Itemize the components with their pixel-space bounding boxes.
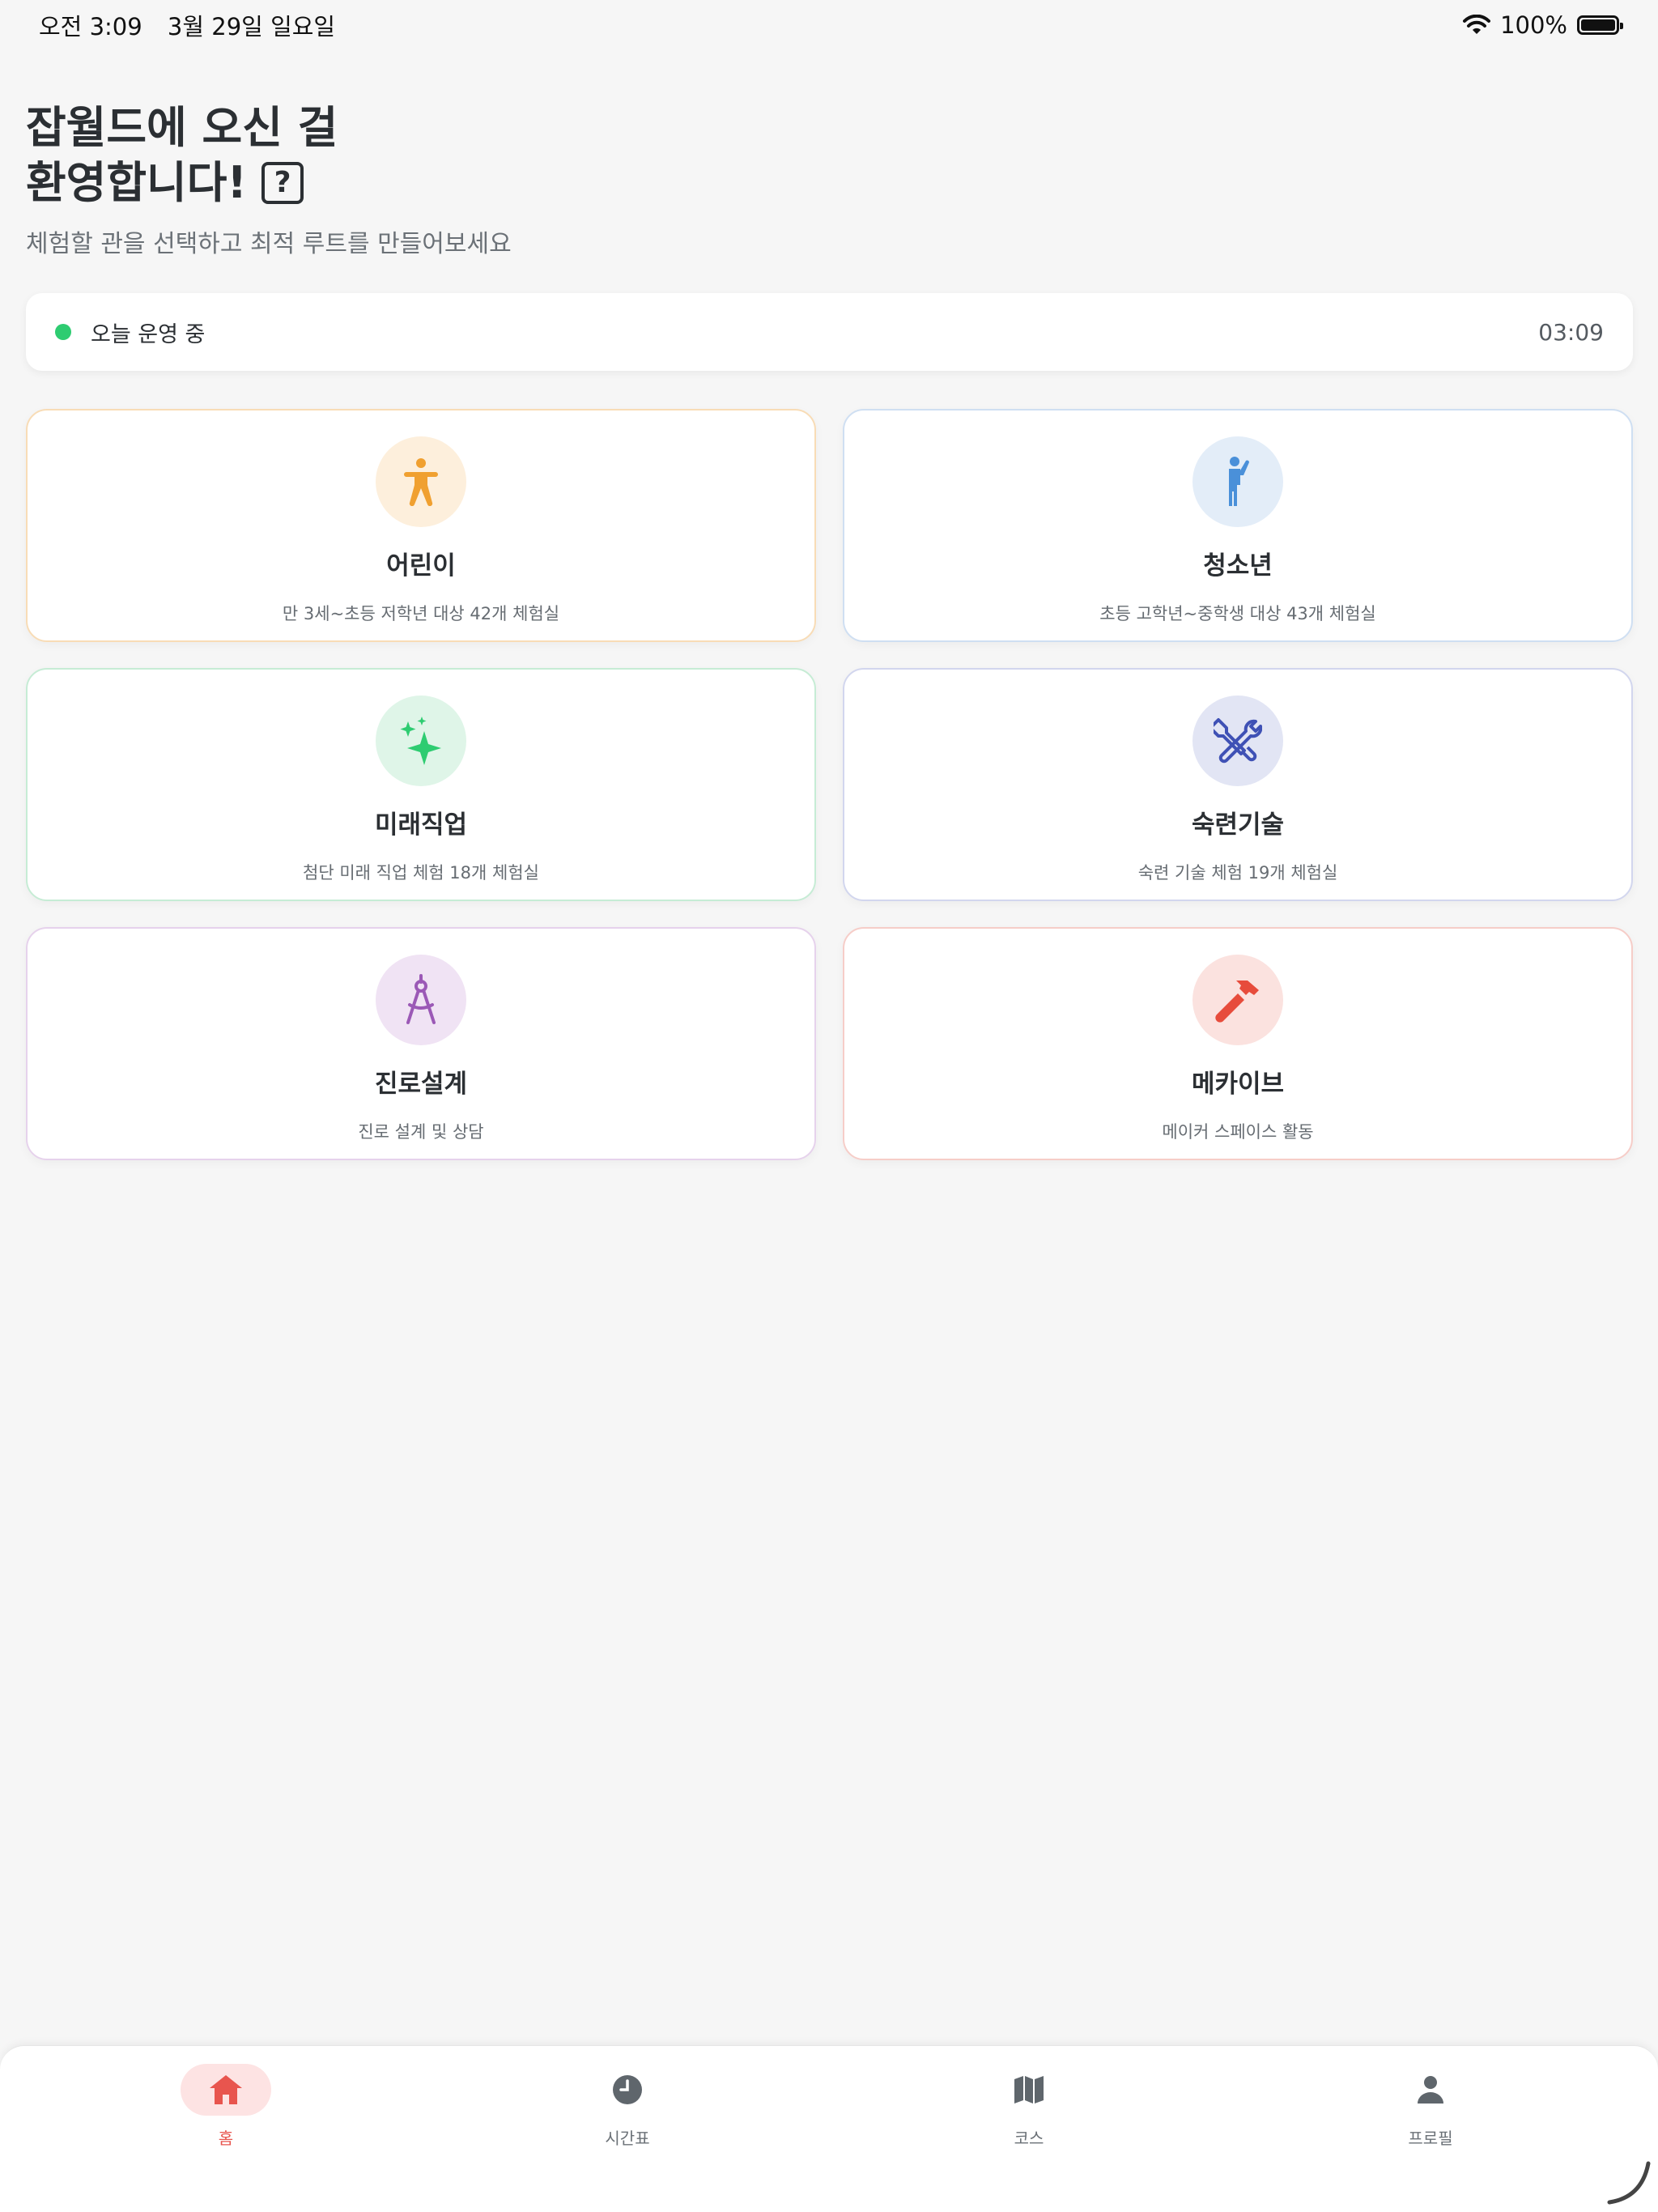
tab-label: 시간표 <box>605 2129 650 2148</box>
hall-card-skilled-tech[interactable]: 숙련기술 숙련 기술 체험 19개 체험실 <box>843 668 1633 901</box>
page-title: 잡월드에 오신 걸 환영합니다! ? <box>26 100 366 211</box>
person-icon <box>1418 2076 1443 2104</box>
tab-label: 코스 <box>1014 2129 1044 2148</box>
bottom-tab-bar: 홈 시간표 코스 프로필 <box>0 2045 1658 2212</box>
hall-description: 진로 설계 및 상담 <box>358 1122 484 1142</box>
status-right: 100% <box>1463 11 1623 39</box>
tab-icon-container <box>984 2064 1074 2116</box>
title-line-1: 잡월드에 오신 걸 <box>26 102 338 153</box>
map-icon <box>1014 2076 1044 2104</box>
tab-home[interactable]: 홈 <box>145 2064 307 2149</box>
hall-icon-bg <box>1192 436 1283 527</box>
hammer-icon <box>1215 981 1259 1023</box>
resize-handle-icon <box>1607 2161 1651 2205</box>
hall-card-children[interactable]: 어린이 만 3세~초등 저학년 대상 42개 체험실 <box>26 409 816 642</box>
operation-status: 오늘 운영 중 <box>55 317 205 348</box>
operation-time: 03:09 <box>1538 318 1604 346</box>
hall-card-career-design[interactable]: 진로설계 진로 설계 및 상담 <box>26 927 816 1160</box>
hall-description: 메이커 스페이스 활동 <box>1162 1122 1314 1142</box>
operation-status-text: 오늘 운영 중 <box>91 321 206 347</box>
page-subtitle: 체험할 관을 선택하고 최적 루트를 만들어보세요 <box>26 230 512 258</box>
hall-description: 첨단 미래 직업 체험 18개 체험실 <box>303 863 539 883</box>
status-bar: 오전 3:09 3월 29일 일요일 100% <box>0 0 1658 50</box>
tab-label: 프로필 <box>1408 2129 1453 2148</box>
welcome-header: 잡월드에 오신 걸 환영합니다! ? 체험할 관을 선택하고 최적 루트를 만들… <box>26 100 1564 259</box>
hall-icon-bg <box>376 955 466 1045</box>
status-left: 오전 3:09 3월 29일 일요일 <box>39 8 353 42</box>
tab-icon-container <box>181 2064 271 2116</box>
title-line-2-row: 환영합니다! ? <box>26 155 366 211</box>
clock-icon <box>613 2075 642 2104</box>
hall-name: 미래직업 <box>374 810 468 840</box>
wifi-icon <box>1463 15 1491 34</box>
tab-schedule[interactable]: 시간표 <box>546 2064 708 2149</box>
child-icon <box>404 458 438 506</box>
hall-name: 청소년 <box>1203 551 1273 581</box>
battery-icon <box>1577 15 1623 35</box>
operation-status-card: 오늘 운영 중 03:09 <box>26 293 1633 371</box>
sparkle-icon <box>400 717 441 765</box>
tab-profile[interactable]: 프로필 <box>1350 2064 1511 2149</box>
compass-icon <box>406 974 436 1024</box>
hall-card-future-jobs[interactable]: 미래직업 첨단 미래 직업 체험 18개 체험실 <box>26 668 816 901</box>
status-date: 3월 29일 일요일 <box>167 13 336 40</box>
tools-icon <box>1214 718 1262 764</box>
battery-percent: 100% <box>1500 11 1567 39</box>
tab-icon-container <box>1385 2064 1476 2116</box>
status-time: 오전 3:09 <box>39 13 142 40</box>
hall-icon-bg <box>376 436 466 527</box>
hall-card-teens[interactable]: 청소년 초등 고학년~중학생 대상 43개 체험실 <box>843 409 1633 642</box>
hall-icon-bg <box>1192 955 1283 1045</box>
hall-name: 숙련기술 <box>1191 810 1285 840</box>
status-dot-icon <box>55 324 71 340</box>
home-icon <box>210 2075 242 2104</box>
hall-card-makerspace[interactable]: 메카이브 메이커 스페이스 활동 <box>843 927 1633 1160</box>
hall-description: 만 3세~초등 저학년 대상 42개 체험실 <box>282 604 560 623</box>
hall-grid: 어린이 만 3세~초등 저학년 대상 42개 체험실 청소년 초등 고학년~중학… <box>26 409 1633 1160</box>
hall-name: 진로설계 <box>374 1070 468 1099</box>
hall-description: 숙련 기술 체험 19개 체험실 <box>1137 863 1338 883</box>
hall-icon-bg <box>1192 696 1283 786</box>
hall-name: 메카이브 <box>1191 1070 1285 1099</box>
hall-name: 어린이 <box>386 551 456 581</box>
hall-description: 초등 고학년~중학생 대상 43개 체험실 <box>1099 604 1376 623</box>
tab-course[interactable]: 코스 <box>948 2064 1110 2149</box>
help-icon[interactable]: ? <box>261 162 304 204</box>
hall-icon-bg <box>376 696 466 786</box>
title-line-2: 환영합니다! <box>26 157 248 208</box>
tab-label: 홈 <box>218 2129 234 2148</box>
tab-icon-container <box>582 2064 673 2116</box>
teen-icon <box>1229 457 1249 506</box>
